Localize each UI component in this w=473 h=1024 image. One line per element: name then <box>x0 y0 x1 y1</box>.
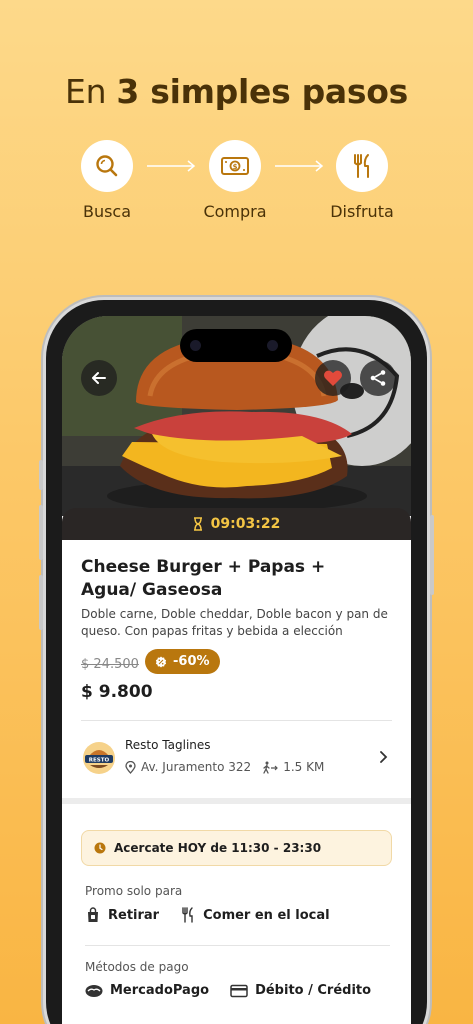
phone-side-button <box>39 575 43 630</box>
step-compra: $ Compra <box>180 140 290 221</box>
utensils-icon <box>336 140 388 192</box>
phone-side-button <box>39 505 43 560</box>
chevron-right-icon <box>380 751 388 763</box>
step-label: Busca <box>82 202 132 221</box>
promo-option-retirar: Retirar <box>108 907 160 923</box>
restaurant-logo-text: RESTO <box>89 758 110 764</box>
pickup-notice-text: Acercate HOY de 11:30 - 23:30 <box>114 841 322 855</box>
camera-dot <box>190 340 201 351</box>
phone-screen: 09:03:22 Cheese Burger + Papas + Agua/ G… <box>62 316 411 1024</box>
divider <box>81 720 392 721</box>
money-icon: $ <box>209 140 261 192</box>
headline: En 3 simples pasos <box>0 72 473 111</box>
arrow-left-icon <box>92 372 106 384</box>
discount-seal-icon <box>155 656 167 667</box>
current-price: $ 9.800 <box>81 682 153 702</box>
step-disfruta: Disfruta <box>307 140 417 221</box>
takeaway-bag-icon <box>88 907 98 922</box>
old-price: $ 24.500 <box>81 657 139 672</box>
hourglass-icon <box>193 517 202 531</box>
steps-row: Busca $ Compra Disfruta <box>0 140 473 230</box>
share-icon <box>370 370 386 386</box>
credit-card-icon <box>230 984 248 997</box>
favorite-button[interactable] <box>315 360 351 396</box>
promo-options: Retirar Comer en el local <box>85 907 330 923</box>
search-icon <box>81 140 133 192</box>
payment-method-card: Débito / Crédito <box>255 983 372 998</box>
dynamic-island <box>180 329 292 362</box>
discount-badge: -60% <box>145 649 220 674</box>
clock-icon <box>94 842 106 854</box>
headline-bold: 3 simples pasos <box>116 72 408 111</box>
offer-description: Doble carne, Doble cheddar, Doble bacon … <box>81 607 388 638</box>
restaurant-name: Resto Taglines <box>125 738 211 752</box>
restaurant-meta: Av. Juramento 322 1.5 KM <box>125 760 324 774</box>
walking-icon <box>263 761 279 774</box>
heart-icon <box>324 370 342 386</box>
step-label: Disfruta <box>330 202 394 221</box>
phone-mockup: 09:03:22 Cheese Burger + Papas + Agua/ G… <box>39 300 434 1024</box>
burger-photo <box>62 316 411 516</box>
restaurant-row[interactable]: RESTO Resto Taglines Av. Juramento 322 1… <box>81 736 392 782</box>
restaurant-logo: RESTO <box>81 740 117 776</box>
payment-methods: MercadoPago Débito / Crédito <box>85 983 371 998</box>
svg-text:$: $ <box>233 163 238 171</box>
back-button[interactable] <box>81 360 117 396</box>
payment-method-mercadopago: MercadoPago <box>110 983 210 998</box>
phone-side-button <box>39 460 43 490</box>
step-busca: Busca <box>52 140 162 221</box>
promo-label: Promo solo para <box>85 884 183 898</box>
utensils-icon <box>182 907 193 923</box>
divider <box>85 945 390 946</box>
phone-side-button <box>430 515 434 595</box>
pickup-notice: Acercate HOY de 11:30 - 23:30 <box>81 830 392 866</box>
headline-prefix: En <box>65 72 117 111</box>
restaurant-distance: 1.5 KM <box>283 760 325 774</box>
promo-option-local: Comer en el local <box>203 907 330 923</box>
restaurant-address: Av. Juramento 322 <box>141 760 252 774</box>
section-separator <box>62 798 411 804</box>
share-button[interactable] <box>360 360 396 396</box>
timer-value: 09:03:22 <box>210 516 281 532</box>
location-pin-icon <box>125 760 136 774</box>
step-label: Compra <box>203 202 267 221</box>
discount-value: -60% <box>173 654 210 669</box>
handshake-icon <box>85 984 103 997</box>
offer-title: Cheese Burger + Papas + Agua/ Gaseosa <box>81 557 326 600</box>
camera-dot <box>267 340 278 351</box>
countdown-timer: 09:03:22 <box>62 508 411 540</box>
payment-label: Métodos de pago <box>85 960 189 974</box>
